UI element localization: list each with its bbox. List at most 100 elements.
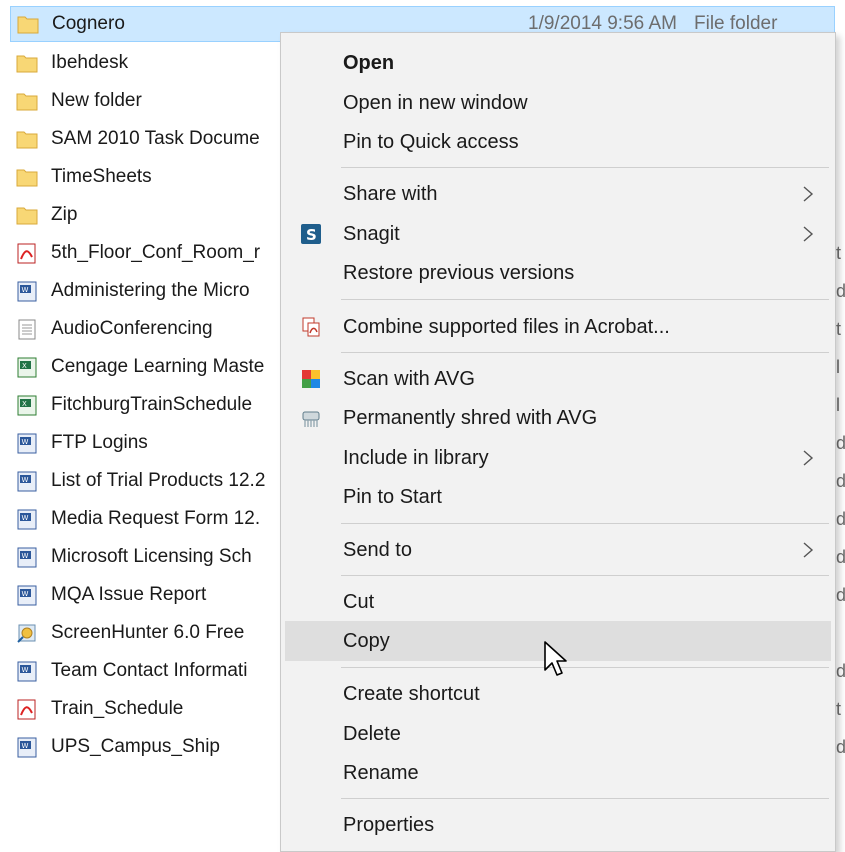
menu-item-cut[interactable]: Cut — [285, 582, 831, 622]
menu-item-label: Delete — [343, 723, 401, 745]
menu-separator — [341, 352, 829, 353]
excel-icon: X — [17, 357, 37, 378]
word-doc-icon: W — [17, 661, 37, 682]
menu-item-share-with[interactable]: Share with — [285, 174, 831, 214]
menu-item-label: Properties — [343, 814, 435, 836]
file-name: TimeSheets — [51, 166, 152, 187]
file-name: Media Request Form 12. — [51, 508, 261, 529]
menu-item-label: Open — [343, 52, 395, 74]
file-name: Zip — [51, 204, 78, 225]
menu-separator — [341, 667, 829, 668]
file-column-fragment: d — [836, 547, 845, 567]
svg-text:S: S — [306, 226, 317, 244]
file-column-fragment: d — [836, 281, 845, 301]
file-name: 5th_Floor_Conf_Room_r — [51, 242, 261, 263]
menu-item-rename[interactable]: Rename — [285, 753, 831, 793]
menu-item-label: Copy — [343, 630, 390, 652]
menu-item-label: Create shortcut — [343, 683, 480, 705]
file-name: ScreenHunter 6.0 Free — [51, 622, 245, 643]
file-name: AudioConferencing — [51, 318, 213, 339]
menu-item-label: Cut — [343, 591, 375, 613]
file-name: Cognero — [52, 13, 125, 34]
file-column-fragment: d — [836, 471, 845, 491]
file-name: MQA Issue Report — [51, 584, 207, 605]
menu-item-shred-with-avg[interactable]: Permanently shred with AVG — [285, 398, 831, 438]
menu-item-send-to[interactable]: Send to — [285, 530, 831, 570]
text-file-icon — [18, 319, 36, 340]
folder-icon — [16, 55, 38, 73]
menu-item-combine-in-acrobat[interactable]: Combine supported files in Acrobat... — [285, 307, 831, 347]
shredder-icon — [302, 411, 320, 427]
svg-text:X: X — [22, 362, 27, 370]
word-doc-icon: W — [17, 281, 37, 302]
file-name: Train_Schedule — [51, 698, 184, 719]
file-name: New folder — [51, 90, 142, 111]
menu-separator — [341, 575, 829, 576]
chevron-right-icon — [803, 226, 814, 242]
menu-item-label: Pin to Start — [343, 486, 442, 508]
folder-icon — [16, 169, 38, 187]
file-column-fragment: d — [836, 737, 845, 757]
file-name: Microsoft Licensing Sch — [51, 546, 252, 567]
file-column-fragment: t — [836, 319, 842, 339]
svg-text:X: X — [22, 400, 27, 408]
menu-item-include-in-library[interactable]: Include in library — [285, 438, 831, 478]
folder-icon — [16, 93, 38, 111]
menu-item-snagit[interactable]: S Snagit — [285, 214, 831, 254]
file-name: FTP Logins — [51, 432, 148, 453]
menu-item-delete[interactable]: Delete — [285, 714, 831, 754]
menu-item-open-in-new-window[interactable]: Open in new window — [285, 83, 831, 123]
menu-separator — [341, 167, 829, 168]
chevron-right-icon — [803, 186, 814, 202]
menu-item-label: Send to — [343, 539, 412, 561]
file-column-fragment: d — [836, 509, 845, 529]
menu-item-pin-to-start[interactable]: Pin to Start — [285, 477, 831, 517]
file-name: UPS_Campus_Ship — [51, 736, 220, 757]
file-name: Administering the Micro — [51, 280, 250, 301]
word-doc-icon: W — [17, 585, 37, 606]
menu-item-scan-with-avg[interactable]: Scan with AVG — [285, 359, 831, 399]
file-column-fragment: t — [836, 243, 842, 263]
avg-icon — [302, 370, 320, 388]
context-menu: Open Open in new window Pin to Quick acc… — [280, 32, 836, 852]
pdf-icon — [17, 243, 36, 264]
svg-text:W: W — [22, 286, 29, 294]
svg-text:W: W — [22, 590, 29, 598]
menu-item-label: Open in new window — [343, 92, 528, 114]
menu-item-properties[interactable]: Properties — [285, 805, 831, 845]
folder-icon — [17, 16, 39, 34]
file-name: FitchburgTrainSchedule — [51, 394, 253, 415]
folder-icon — [16, 207, 38, 225]
file-name: SAM 2010 Task Docume — [51, 128, 260, 149]
file-column-fragment: t — [836, 699, 842, 719]
menu-item-label: Pin to Quick access — [343, 131, 519, 153]
menu-separator — [341, 523, 829, 524]
svg-text:W: W — [22, 514, 29, 522]
menu-item-open[interactable]: Open — [285, 43, 831, 83]
menu-item-label: Snagit — [343, 223, 400, 245]
svg-text:W: W — [22, 666, 29, 674]
file-name: List of Trial Products 12.2 — [51, 470, 266, 491]
word-doc-icon: W — [17, 737, 37, 758]
svg-text:W: W — [22, 438, 29, 446]
word-doc-icon: W — [17, 509, 37, 530]
file-column-fragment: d — [836, 661, 845, 681]
file-name: Ibehdesk — [51, 52, 129, 73]
word-doc-icon: W — [17, 471, 37, 492]
app-shortcut-icon — [17, 624, 36, 643]
file-name: Team Contact Informati — [51, 660, 248, 681]
menu-item-label: Include in library — [343, 447, 489, 469]
svg-text:W: W — [22, 476, 29, 484]
menu-item-create-shortcut[interactable]: Create shortcut — [285, 674, 831, 714]
file-column-fragment: l — [836, 357, 840, 377]
mouse-cursor-icon — [544, 641, 567, 676]
svg-text:W: W — [22, 552, 29, 560]
menu-item-pin-to-quick-access[interactable]: Pin to Quick access — [285, 122, 831, 162]
word-doc-icon: W — [17, 547, 37, 568]
menu-item-restore-previous-versions[interactable]: Restore previous versions — [285, 253, 831, 293]
file-column-fragment: d — [836, 433, 845, 453]
excel-icon: X — [17, 395, 37, 416]
pdf-icon — [17, 699, 36, 720]
svg-text:W: W — [22, 742, 29, 750]
snagit-icon: S — [301, 224, 321, 244]
